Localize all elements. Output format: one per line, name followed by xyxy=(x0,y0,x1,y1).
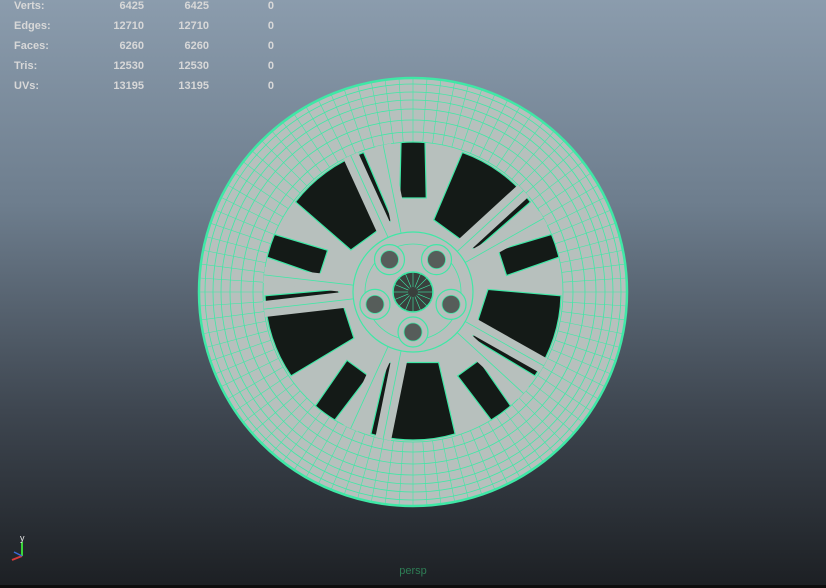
lug-bolt-hole xyxy=(427,250,446,270)
3d-viewport[interactable]: Verts: 6425 6425 0 Edges: 12710 12710 0 … xyxy=(0,0,826,588)
spoke-pocket xyxy=(399,141,427,199)
axis-y-label: y xyxy=(20,533,25,543)
axis-gizmo-icon: y xyxy=(11,533,25,561)
lug-bolt-hole xyxy=(380,250,399,270)
wheel-wireframe-model[interactable] xyxy=(0,0,826,588)
lug-bolt-hole xyxy=(365,294,385,314)
lug-bolt-hole xyxy=(441,294,461,314)
lug-bolt-hole xyxy=(403,322,423,342)
camera-label: persp xyxy=(399,565,427,577)
